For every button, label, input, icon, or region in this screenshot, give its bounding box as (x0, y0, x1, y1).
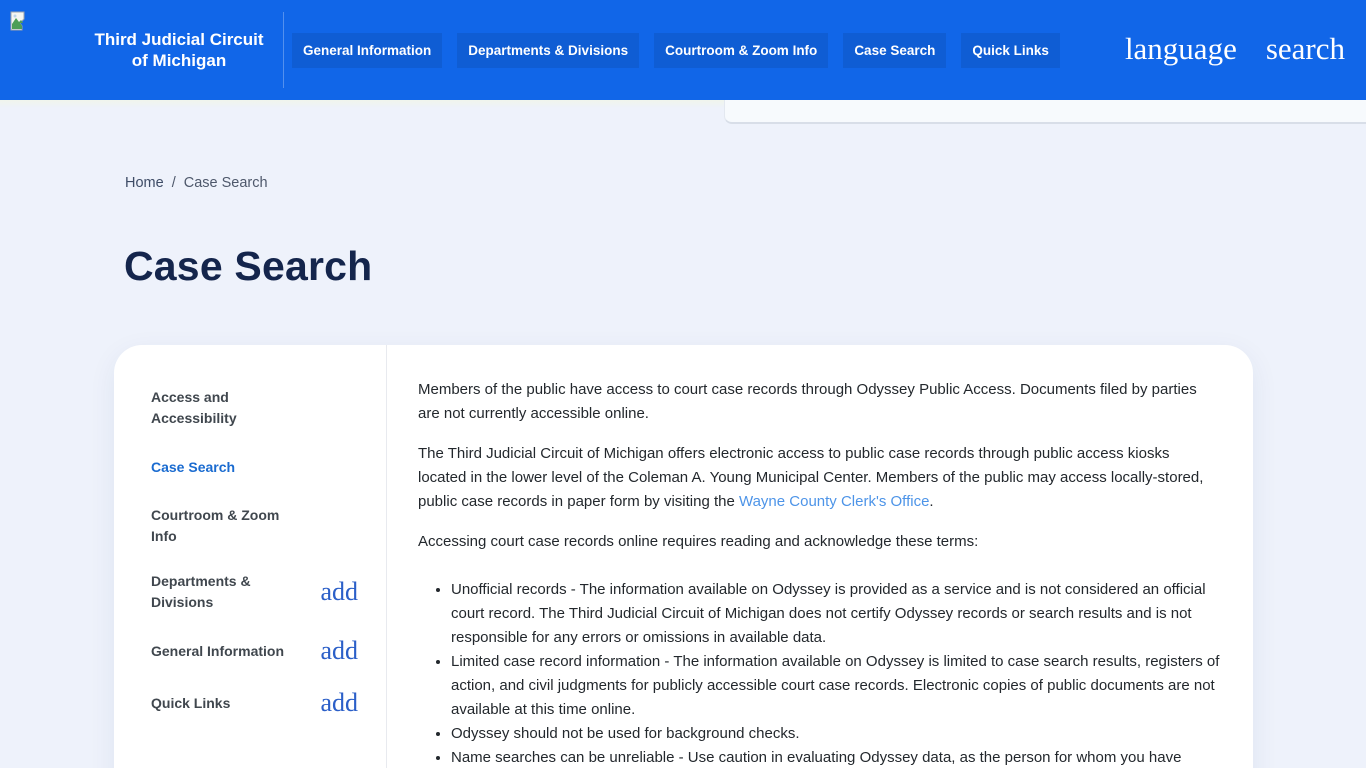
paragraph-terms-intro: Accessing court case records online requ… (418, 530, 1221, 554)
sidebar-link[interactable]: Departments & Divisions (151, 571, 301, 613)
language-icon[interactable]: language (1125, 31, 1237, 67)
site-title[interactable]: Third Judicial Circuit of Michigan (90, 29, 268, 71)
wayne-county-clerk-link[interactable]: Wayne County Clerk's Office (739, 493, 929, 510)
header-search-panel (724, 100, 1366, 124)
search-icon[interactable]: search (1266, 31, 1345, 67)
paragraph-odyssey-access: Members of the public have access to cou… (418, 378, 1221, 426)
nav-case-search[interactable]: Case Search (843, 33, 946, 68)
sidebar-link-active[interactable]: Case Search (151, 457, 235, 478)
nav-quick-links[interactable]: Quick Links (961, 33, 1060, 68)
nav-general-information[interactable]: General Information (292, 33, 442, 68)
breadcrumb-home-link[interactable]: Home (125, 175, 164, 191)
bullet-name-searches: Name searches can be unreliable - Use ca… (451, 746, 1221, 768)
header: Third Judicial Circuit of Michigan Gener… (0, 0, 1366, 100)
sidebar-item-departments-divisions: Departments & Divisions add (151, 571, 358, 613)
nav-courtroom-zoom-info[interactable]: Courtroom & Zoom Info (654, 33, 828, 68)
add-expand-icon[interactable]: add (320, 580, 358, 604)
nav-departments-divisions[interactable]: Departments & Divisions (457, 33, 639, 68)
broken-logo-image-icon[interactable] (8, 10, 30, 32)
paragraph-kiosks: The Third Judicial Circuit of Michigan o… (418, 442, 1221, 514)
sidebar-link[interactable]: Access and Accessibility (151, 387, 301, 429)
page: Third Judicial Circuit of Michigan Gener… (0, 0, 1366, 768)
bullet-unofficial-records: Unofficial records - The information ava… (451, 578, 1221, 650)
header-search-input[interactable] (725, 100, 1366, 122)
header-actions: language search (1125, 31, 1345, 67)
sidebar-item-case-search: Case Search (151, 453, 358, 481)
main-nav: General Information Departments & Divisi… (292, 33, 1060, 68)
content-card: Access and Accessibility Case Search Cou… (114, 345, 1253, 768)
sidebar-link[interactable]: Quick Links (151, 693, 230, 714)
bullet-background-checks: Odyssey should not be used for backgroun… (451, 722, 1221, 746)
sidebar-item-access-accessibility: Access and Accessibility (151, 387, 358, 429)
sidebar-link[interactable]: Courtroom & Zoom Info (151, 505, 301, 547)
main-content: Members of the public have access to cou… (387, 345, 1253, 768)
sidebar-item-general-information: General Information add (151, 637, 358, 665)
section-sidebar: Access and Accessibility Case Search Cou… (114, 345, 387, 768)
add-expand-icon[interactable]: add (320, 691, 358, 715)
sidebar-item-courtroom-zoom-info: Courtroom & Zoom Info (151, 505, 358, 547)
header-divider (283, 12, 284, 88)
terms-list: Unofficial records - The information ava… (418, 578, 1221, 768)
page-title: Case Search (124, 243, 372, 290)
site-title-line1: Third Judicial Circuit (90, 29, 268, 50)
sidebar-item-quick-links: Quick Links add (151, 689, 358, 717)
breadcrumb-separator: / (172, 175, 176, 191)
add-expand-icon[interactable]: add (320, 639, 358, 663)
breadcrumb-current: Case Search (184, 175, 268, 191)
bullet-limited-information: Limited case record information - The in… (451, 650, 1221, 722)
site-title-line2: of Michigan (90, 50, 268, 71)
breadcrumb: Home / Case Search (125, 175, 268, 191)
sidebar-link[interactable]: General Information (151, 641, 284, 662)
paragraph-kiosks-period: . (929, 493, 933, 510)
